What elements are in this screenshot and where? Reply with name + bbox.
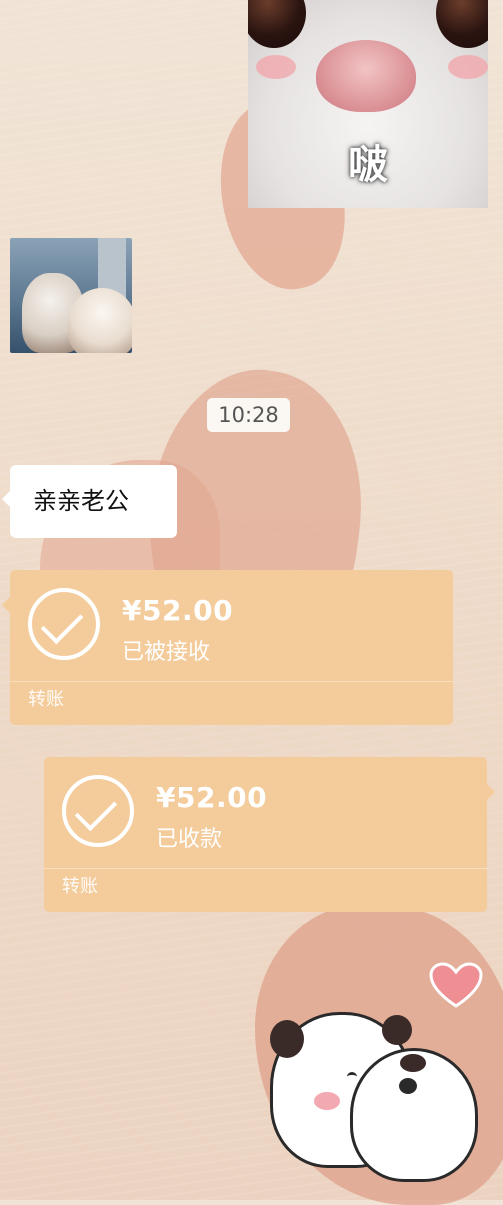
- cat-blush: [448, 55, 488, 79]
- bear-ear: [400, 1054, 426, 1072]
- transfer-label: 转账: [28, 689, 64, 710]
- transfer-status: 已收款: [156, 827, 223, 852]
- transfer-card-received[interactable]: ¥52.00 已被接收 转账: [2, 570, 453, 725]
- photo-cat: [68, 288, 132, 353]
- message-timestamp: 10:28: [207, 398, 290, 432]
- text-message-bubble[interactable]: 亲亲老公: [2, 465, 177, 538]
- bear-eye: [347, 1072, 357, 1081]
- cat-blush: [256, 55, 296, 79]
- transfer-status: 已被接收: [122, 640, 211, 665]
- card-divider: [44, 868, 487, 869]
- hug-bears-sticker[interactable]: [262, 960, 487, 1185]
- bear-eye: [399, 1078, 417, 1094]
- cats-photo-message[interactable]: [10, 238, 132, 353]
- card-divider: [10, 681, 453, 682]
- heart-icon: [429, 962, 483, 1008]
- transfer-amount: ¥52.00: [156, 781, 268, 814]
- transfer-label: 转账: [62, 876, 98, 897]
- transfer-card-sent[interactable]: ¥52.00 已收款 转账: [44, 757, 495, 912]
- sticker-caption: 啵: [348, 142, 388, 188]
- cat-kiss-sticker[interactable]: 啵: [248, 0, 488, 208]
- bear-ear: [382, 1015, 412, 1045]
- bear-ear: [270, 1020, 304, 1058]
- bear-blush: [314, 1092, 340, 1110]
- check-circle-icon: [28, 588, 100, 660]
- cat-nose: [316, 40, 416, 112]
- transfer-amount: ¥52.00: [122, 594, 234, 627]
- check-circle-icon: [62, 775, 134, 847]
- message-text: 亲亲老公: [33, 487, 129, 515]
